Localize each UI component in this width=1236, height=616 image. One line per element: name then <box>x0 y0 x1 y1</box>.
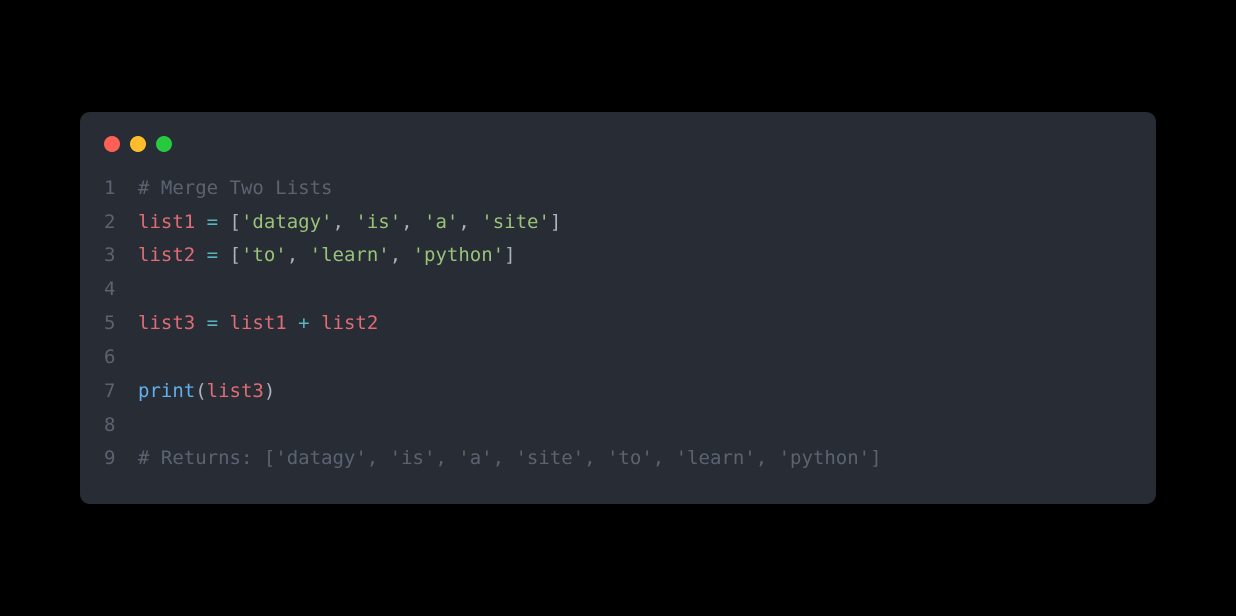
line-number: 6 <box>104 341 138 375</box>
line-number: 1 <box>104 172 138 206</box>
code-line: 5 list3 = list1 + list2 <box>80 307 1156 341</box>
code-line: 8 <box>80 409 1156 443</box>
code-content: list2 = ['to', 'learn', 'python'] <box>138 239 516 273</box>
code-content: # Returns: ['datagy', 'is', 'a', 'site',… <box>138 442 882 476</box>
code-content: list1 = ['datagy', 'is', 'a', 'site'] <box>138 206 561 240</box>
code-line: 7 print(list3) <box>80 375 1156 409</box>
line-number: 4 <box>104 273 138 307</box>
maximize-icon[interactable] <box>156 136 172 152</box>
line-number: 9 <box>104 442 138 476</box>
code-line: 3 list2 = ['to', 'learn', 'python'] <box>80 239 1156 273</box>
line-number: 7 <box>104 375 138 409</box>
window-titlebar <box>80 136 1156 172</box>
line-number: 3 <box>104 239 138 273</box>
code-content: # Merge Two Lists <box>138 172 332 206</box>
line-number: 5 <box>104 307 138 341</box>
minimize-icon[interactable] <box>130 136 146 152</box>
code-editor: 1 # Merge Two Lists 2 list1 = ['datagy',… <box>80 172 1156 476</box>
line-number: 8 <box>104 409 138 443</box>
code-line: 9 # Returns: ['datagy', 'is', 'a', 'site… <box>80 442 1156 476</box>
code-line: 2 list1 = ['datagy', 'is', 'a', 'site'] <box>80 206 1156 240</box>
code-window: 1 # Merge Two Lists 2 list1 = ['datagy',… <box>80 112 1156 504</box>
line-number: 2 <box>104 206 138 240</box>
code-line: 1 # Merge Two Lists <box>80 172 1156 206</box>
code-content: list3 = list1 + list2 <box>138 307 378 341</box>
code-line: 4 <box>80 273 1156 307</box>
close-icon[interactable] <box>104 136 120 152</box>
code-content: print(list3) <box>138 375 275 409</box>
code-line: 6 <box>80 341 1156 375</box>
